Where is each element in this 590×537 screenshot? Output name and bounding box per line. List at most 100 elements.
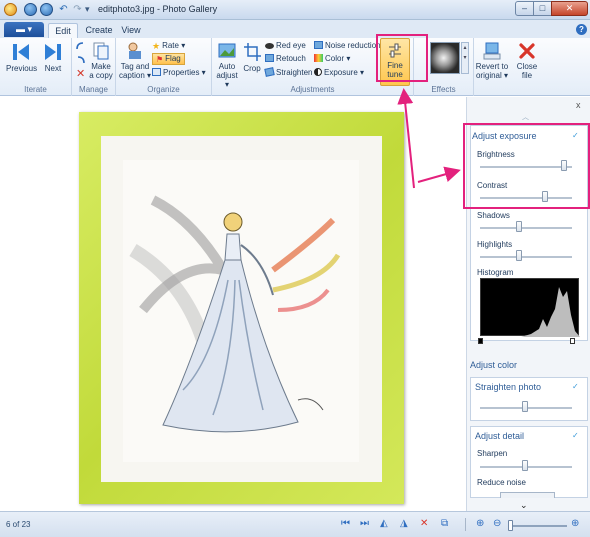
- undo-icon[interactable]: ↶: [58, 4, 69, 15]
- next-icon: [45, 44, 61, 60]
- properties-icon: [152, 68, 161, 76]
- window-title: editphoto3.jpg - Photo Gallery: [98, 4, 218, 14]
- redo-icon[interactable]: ↷: [72, 4, 83, 15]
- rotate-left-button[interactable]: [76, 42, 85, 53]
- exposure-icon: [314, 68, 322, 76]
- previous-button[interactable]: Previous: [6, 42, 38, 73]
- close-file-button[interactable]: Close file: [514, 42, 540, 80]
- adjust-detail-check-icon: ✓: [572, 431, 579, 440]
- highlights-label: Highlights: [477, 240, 513, 249]
- color-icon: [314, 54, 323, 62]
- group-label-iterate: Iterate: [24, 85, 47, 94]
- highlights-track[interactable]: [480, 256, 572, 258]
- color-button[interactable]: Color ▾: [314, 54, 350, 64]
- previous-icon: [13, 44, 29, 60]
- straighten-label: Straighten: [276, 68, 313, 77]
- zoom-track[interactable]: [510, 525, 567, 527]
- file-menu-button[interactable]: ▬ ▾: [4, 22, 44, 37]
- rotate-right-status-icon[interactable]: ◮: [400, 519, 408, 529]
- title-bar: ↶ ↷ ▾ editphoto3.jpg - Photo Gallery – □…: [0, 0, 590, 20]
- crop-label: Crop: [243, 64, 261, 73]
- last-photo-icon[interactable]: ⏭: [360, 519, 369, 529]
- app-icon[interactable]: [4, 3, 17, 16]
- artwork-image: [123, 160, 359, 462]
- straighten-icon: [264, 67, 275, 77]
- previous-label: Previous: [6, 64, 38, 73]
- noise-reduction-button[interactable]: Noise reduction: [314, 41, 381, 51]
- exposure-button[interactable]: Exposure ▾: [314, 68, 364, 78]
- noise-label: Noise reduction: [325, 41, 381, 50]
- crop-button[interactable]: Crop: [242, 42, 262, 73]
- rotate-right-button[interactable]: [76, 56, 85, 67]
- adjust-detail-title[interactable]: Adjust detail: [475, 431, 524, 441]
- flag-button[interactable]: ⚑ Flag: [152, 53, 185, 65]
- forward-icon[interactable]: [40, 3, 53, 16]
- ribbon: Previous Next Iterate ✕ Make a copy Mana…: [0, 38, 590, 96]
- tab-view[interactable]: View: [118, 23, 144, 38]
- exposure-highlight-box: [463, 123, 590, 209]
- delete-status-icon[interactable]: ✕: [420, 519, 428, 529]
- next-button[interactable]: Next: [40, 42, 66, 73]
- adjust-color-header[interactable]: Adjust color: [470, 360, 517, 370]
- zoom-in-icon[interactable]: ⊕: [571, 519, 579, 529]
- histogram-graph: [481, 287, 580, 337]
- rotate-left-status-icon[interactable]: ◭: [380, 519, 388, 529]
- retouch-button[interactable]: Retouch: [265, 54, 306, 64]
- group-iterate: Previous Next Iterate: [0, 38, 72, 96]
- first-photo-icon[interactable]: ⏮: [341, 519, 350, 529]
- group-label-adjustments: Adjustments: [290, 85, 335, 94]
- tag-caption-button[interactable]: Tag and caption ▾: [118, 42, 152, 80]
- tab-create[interactable]: Create: [82, 23, 116, 38]
- tag-label-1: Tag and: [120, 62, 150, 71]
- group-manage: ✕ Make a copy Manage: [72, 38, 116, 96]
- histogram-label: Histogram: [477, 268, 514, 277]
- slideshow-icon[interactable]: ⧉: [441, 519, 448, 529]
- properties-button[interactable]: Properties ▾: [152, 68, 206, 78]
- zoom-slider[interactable]: [508, 520, 513, 531]
- quick-access-dropdown-icon[interactable]: ▾: [85, 4, 90, 15]
- tab-edit[interactable]: Edit: [48, 23, 78, 38]
- panel-close-icon[interactable]: x: [576, 100, 581, 110]
- zoom-out-icon[interactable]: ⊖: [493, 519, 501, 529]
- straighten-title[interactable]: Straighten photo: [475, 382, 541, 392]
- revert-icon: [483, 42, 501, 60]
- histogram-white-point[interactable]: [570, 338, 575, 344]
- panel-scroll-down-icon[interactable]: ⌄: [520, 500, 528, 511]
- close-window-button[interactable]: ✕: [551, 1, 588, 16]
- help-icon[interactable]: ?: [576, 24, 587, 35]
- histogram-black-point[interactable]: [478, 338, 483, 344]
- auto-adjust-button[interactable]: Auto adjust ▾: [214, 42, 240, 89]
- straighten-slider[interactable]: [522, 401, 528, 412]
- red-eye-button[interactable]: Red eye: [265, 41, 306, 51]
- flag-label: Flag: [165, 54, 181, 63]
- eye-icon: [265, 43, 274, 49]
- revert-button[interactable]: Revert to original ▾: [474, 42, 510, 80]
- close-file-label-1: Close: [516, 62, 538, 71]
- maximize-button[interactable]: □: [533, 1, 552, 16]
- reduce-noise-control[interactable]: [500, 492, 555, 498]
- highlights-slider[interactable]: [516, 250, 523, 261]
- next-label: Next: [44, 64, 62, 73]
- revert-label-2: original ▾: [475, 71, 509, 80]
- red-eye-label: Red eye: [276, 41, 306, 50]
- rotate-right-icon: [77, 56, 85, 64]
- group-label-effects: Effects: [431, 85, 456, 94]
- panel-scroll-up-icon[interactable]: ︿: [522, 112, 529, 122]
- straighten-button[interactable]: Straighten: [264, 67, 313, 78]
- sharpen-label: Sharpen: [477, 449, 508, 458]
- group-organize: Tag and caption ▾ ★ Rate ▾ ⚑ Flag Properti…: [116, 38, 212, 96]
- delete-icon[interactable]: ✕: [76, 69, 85, 80]
- shadows-slider[interactable]: [516, 221, 523, 232]
- effect-thumbnail[interactable]: [430, 42, 460, 74]
- shadows-track[interactable]: [480, 227, 572, 229]
- ribbon-tabs: ▬ ▾ Edit Create View ?: [0, 20, 590, 38]
- effects-scroll[interactable]: ▴ ▾: [461, 42, 469, 74]
- color-label: Color ▾: [325, 54, 351, 63]
- make-copy-button[interactable]: Make a copy: [88, 42, 114, 80]
- sharpen-slider[interactable]: [522, 460, 528, 471]
- rate-button[interactable]: ★ Rate ▾: [152, 41, 185, 51]
- actual-size-icon[interactable]: ⊕: [476, 519, 484, 529]
- artwork-sketch: [129, 195, 341, 433]
- back-icon[interactable]: [24, 3, 37, 16]
- minimize-button[interactable]: –: [515, 1, 534, 16]
